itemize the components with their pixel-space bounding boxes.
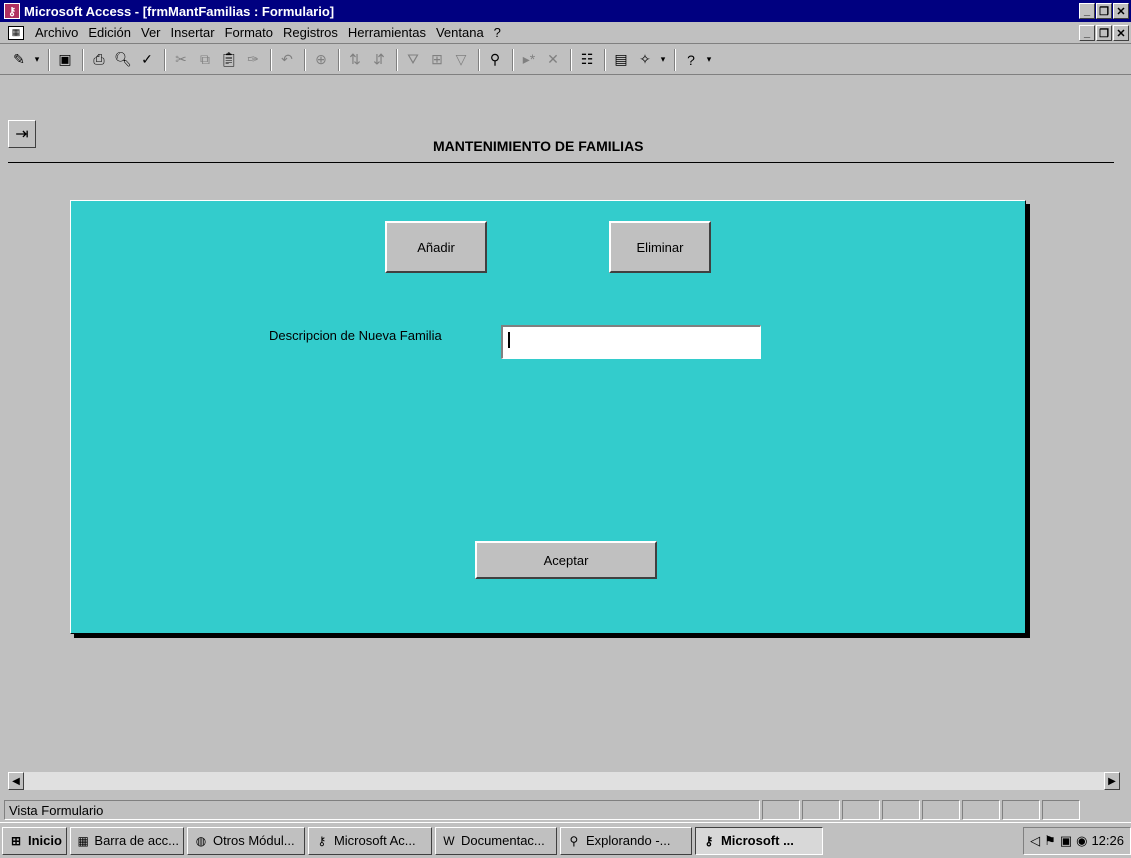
title-bar: ⚷ Microsoft Access - [frmMantFamilias : … [0,0,1131,22]
access-app-icon[interactable]: ⚷ [4,3,20,19]
clock[interactable]: 12:26 [1091,833,1124,848]
restore-button[interactable]: ❐ [1096,3,1112,19]
sort-ascending-icon[interactable]: ⇅ [344,49,366,71]
taskbar-item[interactable]: ◍ Otros Módul... [186,826,305,855]
scroll-right-icon[interactable]: ▶ [1104,772,1120,790]
volume-icon[interactable]: ◁ [1030,833,1040,849]
access-icon: ⚷ [704,833,714,848]
display-icon[interactable]: ▣ [1060,833,1072,849]
child-restore-button[interactable]: ❐ [1096,25,1112,41]
globe-icon: ◍ [195,833,207,848]
system-tray: ◁ ⚑ ▣ ◉ 12:26 [1023,826,1131,855]
add-button[interactable]: Añadir [385,221,487,273]
status-bar: Vista Formulario [4,800,1131,820]
save-icon[interactable]: ▣ [54,49,76,71]
sort-descending-icon[interactable]: ⇵ [368,49,390,71]
form-panel: Añadir Eliminar Descripcion de Nueva Fam… [70,200,1026,634]
status-panel [1002,800,1040,820]
new-object-dropdown-icon[interactable]: ▾ [658,49,668,71]
child-minimize-button[interactable]: _ [1079,25,1095,41]
taskbar: ⊞ Inicio ▦ Barra de acc... ◍ Otros Módul… [0,822,1131,858]
window-title: Microsoft Access - [frmMantFamilias : Fo… [24,3,335,19]
status-panel [802,800,840,820]
header-divider [8,162,1114,164]
print-icon[interactable]: ⎙ [88,49,110,71]
network-icon[interactable]: ⚑ [1044,833,1056,849]
taskbar-item[interactable]: ⚲ Explorando -... [559,826,692,855]
status-panel [762,800,800,820]
taskbar-item[interactable]: W Documentac... [434,826,557,855]
access-icon: ⚷ [317,833,327,848]
toolbar-app-icon: ▦ [77,833,89,848]
undo-icon[interactable]: ↶ [276,49,298,71]
start-button[interactable]: ⊞ Inicio [2,826,67,855]
status-panel [882,800,920,820]
child-close-button[interactable]: ✕ [1113,25,1129,41]
status-panel [922,800,960,820]
spelling-icon[interactable]: ✓ [136,49,158,71]
menu-ver[interactable]: Ver [136,25,166,40]
new-record-icon[interactable]: ▸* [518,49,540,71]
menu-formato[interactable]: Formato [220,25,278,40]
apply-filter-icon[interactable]: ▽ [450,49,472,71]
menu-edicion[interactable]: Edición [83,25,136,40]
help-icon[interactable]: ? [680,49,702,71]
explorer-icon: ⚲ [569,833,579,848]
status-text: Vista Formulario [4,800,760,820]
description-input[interactable] [501,325,761,359]
properties-icon[interactable]: ☷ [576,49,598,71]
menu-insertar[interactable]: Insertar [166,25,220,40]
print-preview-icon[interactable]: 🔍︎ [112,49,134,71]
new-object-icon[interactable]: ✧ [634,49,656,71]
text-caret [508,332,510,348]
filter-by-selection-icon[interactable]: ⛛ [402,49,424,71]
paste-icon[interactable]: 📋︎ [218,49,240,71]
taskbar-item[interactable]: ⚷ Microsoft Ac... [307,826,432,855]
description-label: Descripcion de Nueva Familia [269,328,442,343]
form-control-menu-icon[interactable]: ▦ [8,25,24,40]
menu-bar: ▦ Archivo Edición Ver Insertar Formato R… [0,22,1131,44]
minimize-button[interactable]: _ [1079,3,1095,19]
format-painter-icon[interactable]: ✑ [242,49,264,71]
taskbar-item[interactable]: ▦ Barra de acc... [69,826,184,855]
help-dropdown-icon[interactable]: ▾ [704,49,714,71]
filter-by-form-icon[interactable]: ⊞ [426,49,448,71]
hyperlink-icon[interactable]: ⊕ [310,49,332,71]
antivirus-icon[interactable]: ◉ [1076,833,1087,849]
menu-archivo[interactable]: Archivo [30,25,83,40]
menu-help[interactable]: ? [489,25,506,40]
database-window-icon[interactable]: ▤ [610,49,632,71]
menu-herramientas[interactable]: Herramientas [343,25,431,40]
delete-button[interactable]: Eliminar [609,221,711,273]
delete-record-icon[interactable]: ✕ [542,49,564,71]
toolbar: ✎ ▾ ▣ ⎙ 🔍︎ ✓ ✂ ⧉ 📋︎ ✑ ↶ ⊕ ⇅ ⇵ ⛛ ⊞ ▽ ⚲ ▸*… [0,45,1131,75]
scroll-track[interactable] [24,772,1104,790]
close-button[interactable]: ✕ [1113,3,1129,19]
form-title: MANTENIMIENTO DE FAMILIAS [433,138,644,154]
copy-icon[interactable]: ⧉ [194,49,216,71]
scroll-left-icon[interactable]: ◀ [8,772,24,790]
cut-icon[interactable]: ✂ [170,49,192,71]
design-view-icon[interactable]: ✎ [8,49,30,71]
status-panel [1042,800,1080,820]
status-panel [842,800,880,820]
menu-registros[interactable]: Registros [278,25,343,40]
menu-ventana[interactable]: Ventana [431,25,489,40]
view-dropdown-icon[interactable]: ▾ [32,49,42,71]
horizontal-scrollbar[interactable]: ◀ ▶ [8,772,1120,790]
accept-button[interactable]: Aceptar [475,541,657,579]
taskbar-item-active[interactable]: ⚷ Microsoft ... [694,826,823,855]
exit-form-icon[interactable]: ⇥ [8,120,36,148]
word-document-icon: W [443,833,455,848]
find-icon[interactable]: ⚲ [484,49,506,71]
status-panel [962,800,1000,820]
windows-logo-icon: ⊞ [10,833,22,848]
